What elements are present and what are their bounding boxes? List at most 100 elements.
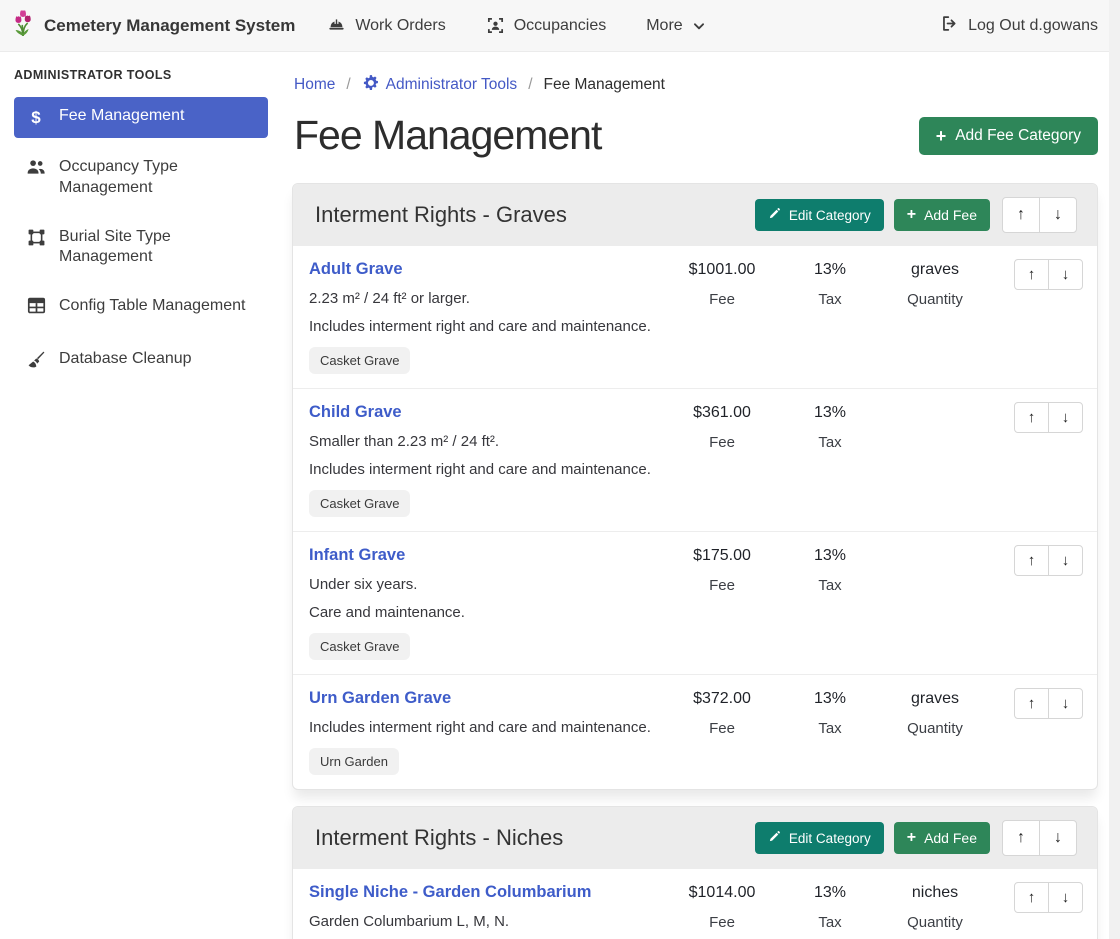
fee-description: Includes interment right and care and ma…	[309, 318, 663, 335]
sidebar-heading: ADMINISTRATOR TOOLS	[14, 68, 268, 82]
fee-reorder-controls: ↑ ↓	[1014, 545, 1083, 576]
category-card-niches: Interment Rights - Niches Edit Category …	[292, 806, 1098, 939]
add-fee-button[interactable]: + Add Fee	[894, 822, 990, 854]
fee-name-link[interactable]: Adult Grave	[309, 260, 663, 279]
fee-description: Care and maintenance.	[309, 604, 663, 621]
sidebar-item-burial-site-type[interactable]: Burial Site Type Management	[14, 218, 268, 278]
sidebar-item-config-table[interactable]: Config Table Management	[14, 287, 268, 330]
fee-type-badge: Casket Grave	[309, 490, 410, 517]
fee-name-link[interactable]: Child Grave	[309, 403, 663, 422]
category-header: Interment Rights - Graves Edit Category …	[293, 184, 1097, 246]
fee-reorder-controls: ↑ ↓	[1014, 688, 1083, 719]
fee-row: Urn Garden Grave Includes interment righ…	[293, 674, 1097, 789]
fee-tax: 13% Tax	[781, 688, 879, 737]
scrollbar[interactable]	[1109, 0, 1120, 939]
add-fee-button[interactable]: + Add Fee	[894, 199, 990, 231]
fee-quantity-empty	[879, 402, 991, 404]
category-reorder-controls: ↑ ↓	[1002, 820, 1077, 856]
sidebar-item-database-cleanup[interactable]: Database Cleanup	[14, 340, 268, 385]
move-fee-down-button[interactable]: ↓	[1048, 259, 1083, 290]
fee-description: Includes interment right and care and ma…	[309, 719, 663, 736]
breadcrumb-admin-tools[interactable]: Administrator Tools	[362, 74, 518, 96]
nav-more[interactable]: More	[646, 17, 705, 35]
move-fee-up-button[interactable]: ↑	[1014, 259, 1049, 290]
frame-icon	[26, 228, 46, 254]
add-fee-category-button[interactable]: + Add Fee Category	[919, 117, 1098, 155]
edit-category-button[interactable]: Edit Category	[755, 199, 884, 231]
fee-description: Under six years.	[309, 576, 663, 593]
category-card-graves: Interment Rights - Graves Edit Category …	[292, 183, 1098, 790]
pencil-icon	[768, 830, 781, 846]
move-category-down-button[interactable]: ↓	[1039, 197, 1077, 233]
page-title: Fee Management	[294, 112, 601, 159]
move-category-up-button[interactable]: ↑	[1002, 197, 1040, 233]
move-category-up-button[interactable]: ↑	[1002, 820, 1040, 856]
fee-tax: 13% Tax	[781, 882, 879, 931]
fee-tax: 13% Tax	[781, 545, 879, 594]
logout-icon	[940, 14, 959, 38]
logout-link[interactable]: Log Out d.gowans	[940, 14, 1098, 38]
breadcrumb-current: Fee Management	[544, 76, 666, 94]
fee-row: Infant Grave Under six years. Care and m…	[293, 531, 1097, 674]
fee-tax: 13% Tax	[781, 259, 879, 308]
fee-amount: $175.00 Fee	[663, 545, 781, 594]
fee-type-badge: Casket Grave	[309, 347, 410, 374]
chevron-down-icon	[692, 19, 706, 33]
fee-row: Child Grave Smaller than 2.23 m² / 24 ft…	[293, 388, 1097, 531]
fee-name-link[interactable]: Infant Grave	[309, 546, 663, 565]
occupant-frame-icon	[486, 16, 505, 35]
move-fee-up-button[interactable]: ↑	[1014, 545, 1049, 576]
move-fee-up-button[interactable]: ↑	[1014, 402, 1049, 433]
plus-icon: +	[936, 127, 947, 145]
sidebar-item-fee-management[interactable]: $ Fee Management	[14, 97, 268, 138]
category-title: Interment Rights - Niches	[315, 825, 755, 851]
move-fee-down-button[interactable]: ↓	[1048, 688, 1083, 719]
fee-amount: $372.00 Fee	[663, 688, 781, 737]
dollar-icon: $	[26, 107, 46, 129]
category-title: Interment Rights - Graves	[315, 202, 755, 228]
fee-row: Single Niche - Garden Columbarium Garden…	[293, 869, 1097, 939]
pencil-icon	[768, 207, 781, 223]
move-fee-down-button[interactable]: ↓	[1048, 882, 1083, 913]
plus-icon: +	[907, 207, 916, 223]
sidebar: ADMINISTRATOR TOOLS $ Fee Management Occ…	[0, 52, 280, 939]
fee-description: Includes interment right and care and ma…	[309, 461, 663, 478]
move-fee-down-button[interactable]: ↓	[1048, 545, 1083, 576]
fee-description: 2.23 m² / 24 ft² or larger.	[309, 290, 663, 307]
broom-icon	[26, 350, 46, 376]
app-title: Cemetery Management System	[44, 16, 295, 36]
nav-work-orders[interactable]: Work Orders	[327, 16, 445, 35]
fee-description: Smaller than 2.23 m² / 24 ft².	[309, 433, 663, 450]
fee-amount: $361.00 Fee	[663, 402, 781, 451]
fee-name-link[interactable]: Single Niche - Garden Columbarium	[309, 883, 663, 902]
nav-occupancies[interactable]: Occupancies	[486, 16, 607, 35]
fee-quantity-empty	[879, 545, 991, 547]
gear-icon	[362, 74, 379, 96]
plus-icon: +	[907, 830, 916, 846]
breadcrumb-home[interactable]: Home	[294, 76, 335, 94]
fee-reorder-controls: ↑ ↓	[1014, 402, 1083, 433]
fee-amount: $1001.00 Fee	[663, 259, 781, 308]
fee-row: Adult Grave 2.23 m² / 24 ft² or larger. …	[293, 246, 1097, 388]
fee-name-link[interactable]: Urn Garden Grave	[309, 689, 663, 708]
fee-quantity: graves Quantity	[879, 259, 991, 308]
fee-reorder-controls: ↑ ↓	[1014, 882, 1083, 913]
table-icon	[26, 297, 46, 321]
move-category-down-button[interactable]: ↓	[1039, 820, 1077, 856]
nav-links: Work Orders Occupancies More	[327, 16, 705, 35]
app-brand[interactable]: Cemetery Management System	[10, 8, 295, 43]
fee-type-badge: Urn Garden	[309, 748, 399, 775]
fee-quantity: niches Quantity	[879, 882, 991, 931]
move-fee-down-button[interactable]: ↓	[1048, 402, 1083, 433]
category-reorder-controls: ↑ ↓	[1002, 197, 1077, 233]
category-header: Interment Rights - Niches Edit Category …	[293, 807, 1097, 869]
people-icon	[26, 158, 46, 182]
breadcrumb: Home / Administrator Tools / Fee Managem…	[294, 74, 1098, 96]
fee-reorder-controls: ↑ ↓	[1014, 259, 1083, 290]
sidebar-item-occupancy-type[interactable]: Occupancy Type Management	[14, 148, 268, 208]
top-navbar: Cemetery Management System Work Orders O…	[0, 0, 1120, 52]
move-fee-up-button[interactable]: ↑	[1014, 688, 1049, 719]
fee-quantity: graves Quantity	[879, 688, 991, 737]
edit-category-button[interactable]: Edit Category	[755, 822, 884, 854]
move-fee-up-button[interactable]: ↑	[1014, 882, 1049, 913]
